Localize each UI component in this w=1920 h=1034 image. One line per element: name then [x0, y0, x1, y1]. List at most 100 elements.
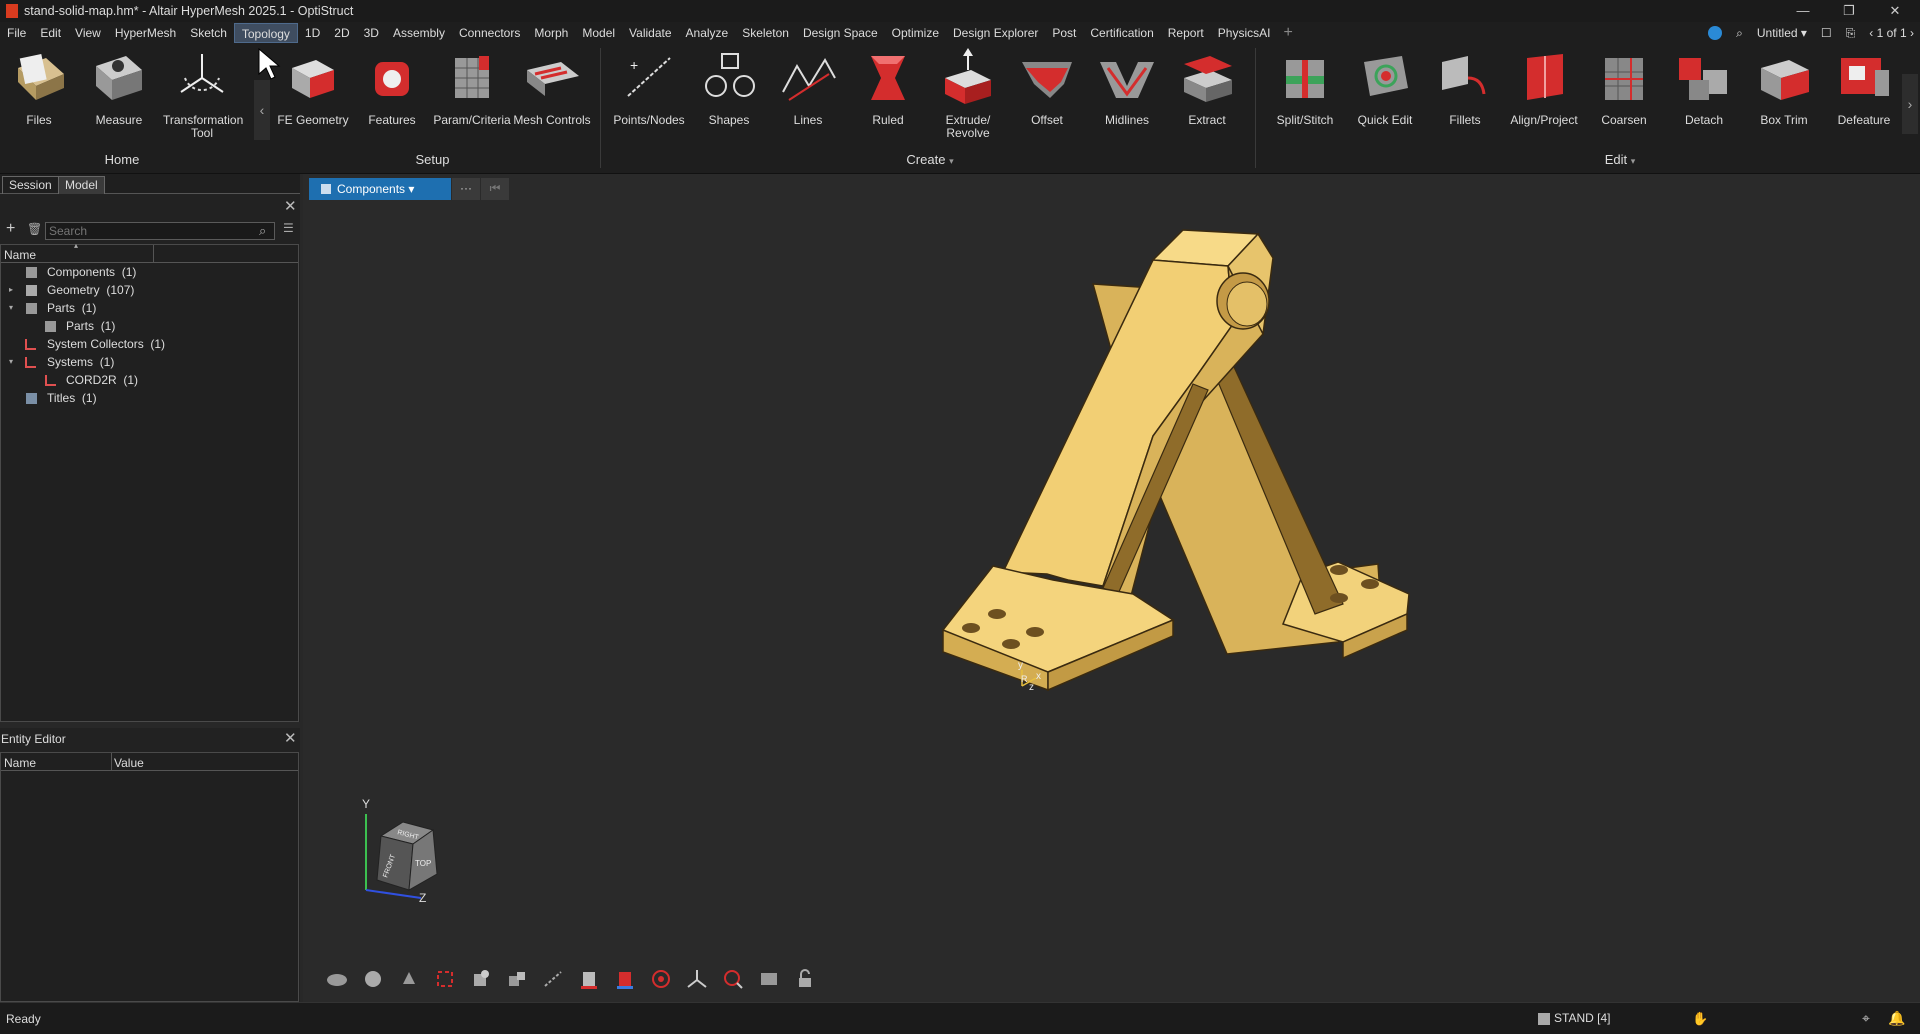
shaded-icon[interactable]	[577, 968, 601, 990]
tool-split-stitch[interactable]: Split/Stitch	[1266, 48, 1344, 127]
tree-item-titles[interactable]: Titles (1)	[1, 389, 298, 407]
tree-item-systems[interactable]: ▾ Systems (1)	[1, 353, 298, 371]
tree-item-components[interactable]: Components (1)	[1, 263, 298, 281]
tool-align-project[interactable]: Align/Project	[1505, 48, 1583, 127]
tool-files[interactable]: Files	[0, 48, 78, 127]
tool-fillets[interactable]: Fillets	[1426, 48, 1504, 127]
close-icon[interactable]: ✕	[284, 729, 297, 747]
menu-skeleton[interactable]: Skeleton	[735, 23, 796, 43]
tool-extract[interactable]: Extract	[1168, 48, 1246, 127]
notification-icon[interactable]: 🔔	[1888, 1010, 1905, 1027]
tree-item-geometry[interactable]: ▸ Geometry (107)	[1, 281, 298, 299]
tool-ruled[interactable]: Ruled	[849, 48, 927, 127]
tree-item-parts[interactable]: ▾ Parts (1)	[1, 299, 298, 317]
menu-topology[interactable]: Topology	[233, 23, 298, 43]
collapse-icon[interactable]: ▾	[9, 353, 13, 371]
tab-session[interactable]: Session	[2, 176, 59, 194]
search-icon[interactable]: ⌕	[259, 223, 266, 239]
ribbon-scroll-left[interactable]: ‹	[254, 80, 270, 140]
menu-morph[interactable]: Morph	[527, 23, 575, 43]
menu-optimize[interactable]: Optimize	[885, 23, 946, 43]
tool-quick-edit[interactable]: Quick Edit	[1346, 48, 1424, 127]
collapse-icon[interactable]: ▾	[9, 299, 13, 317]
tool-detach[interactable]: Detach	[1665, 48, 1743, 127]
close-icon[interactable]: ✕	[284, 197, 297, 215]
menu-certification[interactable]: Certification	[1083, 23, 1160, 43]
tool-lines[interactable]: Lines	[769, 48, 847, 127]
tab-model[interactable]: Model	[58, 176, 105, 194]
column-name-header[interactable]: Name	[4, 248, 36, 262]
tool-points-nodes[interactable]: + Points/Nodes	[610, 48, 688, 127]
menu-view[interactable]: View	[68, 23, 108, 43]
menu-1d[interactable]: 1D	[298, 23, 327, 43]
workspace-dropdown[interactable]: Untitled ▾	[1757, 26, 1807, 40]
rotate-icon[interactable]	[361, 968, 385, 990]
axis-icon[interactable]	[685, 968, 709, 990]
box-select-icon[interactable]	[469, 968, 493, 990]
settings-icon[interactable]: ⌖	[1862, 1010, 1870, 1027]
tool-transformation[interactable]: Transformation Tool	[163, 48, 243, 140]
tree-item-cord2r[interactable]: CORD2R (1)	[1, 371, 298, 389]
tool-coarsen[interactable]: Coarsen	[1585, 48, 1663, 127]
column-name-header[interactable]: Name	[4, 756, 36, 770]
target-icon[interactable]	[649, 968, 673, 990]
tree-item-parts-child[interactable]: Parts (1)	[1, 317, 298, 335]
view-mode-icon[interactable]	[325, 968, 349, 990]
group-edit[interactable]: Edit ▾	[1580, 152, 1660, 167]
tool-midlines[interactable]: Midlines	[1088, 48, 1166, 127]
menu-design-space[interactable]: Design Space	[796, 23, 885, 43]
sync-icon[interactable]	[1708, 26, 1723, 40]
tool-param-criteria[interactable]: Param/Criteria	[433, 48, 511, 127]
add-tab-icon[interactable]: +	[1277, 24, 1298, 42]
minimize-button[interactable]: —	[1780, 0, 1826, 22]
current-component[interactable]: STAND [4]	[1554, 1011, 1610, 1025]
column-value-header[interactable]: Value	[114, 756, 144, 770]
menu-edit[interactable]: Edit	[33, 23, 68, 43]
model-render[interactable]: y x R z	[303, 174, 1920, 1002]
add-icon[interactable]: +	[6, 220, 15, 238]
tree-item-system-collectors[interactable]: System Collectors (1)	[1, 335, 298, 353]
filter-icon[interactable]: ☰	[283, 221, 294, 235]
tool-features[interactable]: Features	[353, 48, 431, 127]
menu-model[interactable]: Model	[575, 23, 622, 43]
section-icon[interactable]	[505, 968, 529, 990]
menu-analyze[interactable]: Analyze	[679, 23, 736, 43]
ribbon-scroll-right[interactable]: ›	[1902, 74, 1918, 134]
menu-3d[interactable]: 3D	[357, 23, 386, 43]
shaded-edges-icon[interactable]	[613, 968, 637, 990]
menu-assembly[interactable]: Assembly	[386, 23, 452, 43]
menu-physicsai[interactable]: PhysicsAI	[1211, 23, 1278, 43]
menu-hypermesh[interactable]: HyperMesh	[108, 23, 183, 43]
window-icon[interactable]: ☐	[1821, 26, 1832, 40]
group-create[interactable]: Create ▾	[880, 152, 980, 167]
menu-2d[interactable]: 2D	[327, 23, 356, 43]
menu-sketch[interactable]: Sketch	[183, 23, 234, 43]
cube-front-face[interactable]	[376, 835, 414, 891]
graphics-viewport[interactable]: Components ▾ ··· ⏮ y x R z Y Z TOP FRONT…	[303, 174, 1920, 1002]
restore-button[interactable]: ❐	[1826, 0, 1872, 22]
delete-icon[interactable]: 🗑	[27, 222, 42, 236]
menu-connectors[interactable]: Connectors	[452, 23, 527, 43]
menu-post[interactable]: Post	[1045, 23, 1083, 43]
tool-measure[interactable]: Measure	[80, 48, 158, 127]
pan-icon[interactable]	[397, 968, 421, 990]
page-icon[interactable]: ⎘	[1846, 26, 1856, 41]
tool-shapes[interactable]: Shapes	[690, 48, 768, 127]
tool-extrude-revolve[interactable]: Extrude/ Revolve	[929, 48, 1007, 140]
menu-design-explorer[interactable]: Design Explorer	[946, 23, 1045, 43]
expand-icon[interactable]: ▸	[9, 281, 13, 299]
menu-file[interactable]: File	[0, 23, 33, 43]
fit-icon[interactable]	[433, 968, 457, 990]
close-button[interactable]: ✕	[1872, 0, 1918, 22]
hand-icon[interactable]: ✋	[1692, 1011, 1708, 1027]
menu-report[interactable]: Report	[1161, 23, 1211, 43]
lock-icon[interactable]	[793, 968, 817, 990]
search-input[interactable]	[45, 222, 275, 240]
tool-box-trim[interactable]: Box Trim	[1745, 48, 1823, 127]
tool-offset[interactable]: Offset	[1008, 48, 1086, 127]
view-cube[interactable]: Y Z TOP FRONT RIGHT	[353, 794, 493, 904]
tool-fe-geometry[interactable]: FE Geometry	[274, 48, 352, 127]
zoom-icon[interactable]	[721, 968, 745, 990]
clip-icon[interactable]	[541, 968, 565, 990]
tool-defeature[interactable]: Defeature	[1825, 48, 1903, 127]
